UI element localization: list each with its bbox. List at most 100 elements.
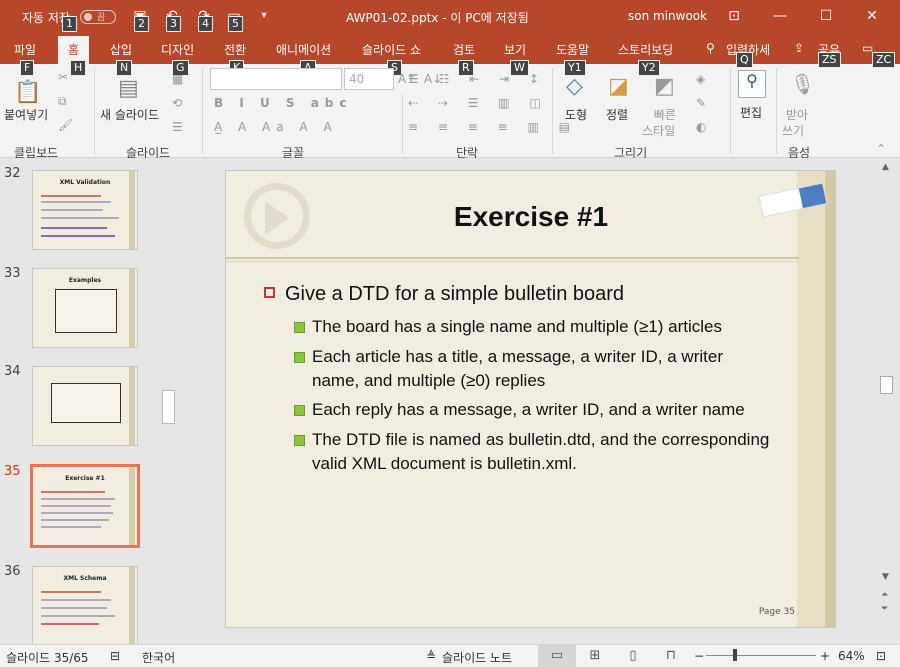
font-size-input[interactable]: 40 bbox=[344, 68, 394, 90]
qat-customize-icon[interactable]: ▾ bbox=[250, 3, 278, 29]
tab-animations[interactable]: 애니메이션 bbox=[276, 41, 331, 58]
font-effects-icons[interactable]: A̲ A Aa A A bbox=[214, 120, 338, 134]
ribbon-display-icon[interactable]: ⊡ bbox=[720, 3, 748, 29]
language-label[interactable]: 한국어 bbox=[142, 649, 175, 666]
list-icons[interactable]: ☰ ☷ ⇤ ⇥ ↕ bbox=[408, 72, 547, 86]
zoom-slider[interactable] bbox=[706, 655, 816, 656]
qat-badge: 3 bbox=[166, 16, 181, 32]
keytip: H bbox=[70, 60, 87, 76]
shapes-button[interactable]: 도형 bbox=[565, 106, 587, 123]
slide-thumbnail[interactable]: XML Schema bbox=[32, 566, 138, 646]
indent-icons[interactable]: ⇠ ⇢ ☰ ▥ ◫ bbox=[408, 96, 549, 110]
quick-styles-button-line1[interactable]: 빠른 bbox=[654, 106, 676, 123]
layout-icon[interactable]: ▦ bbox=[172, 72, 183, 86]
reading-view-icon[interactable]: ▯ bbox=[614, 645, 652, 667]
previous-slide-icon[interactable]: ⏶ bbox=[881, 590, 888, 600]
autosave-toggle[interactable]: 끔 bbox=[80, 10, 116, 24]
shape-fill-icon[interactable]: ◈ bbox=[696, 72, 705, 86]
keytip: Q bbox=[736, 52, 753, 68]
thumbnail-number: 35 bbox=[4, 464, 21, 479]
user-name[interactable]: son minwook bbox=[628, 9, 707, 23]
slide-title[interactable]: Exercise #1 bbox=[406, 201, 656, 233]
slide-thumbnail[interactable]: Examples bbox=[32, 268, 138, 348]
normal-view-icon[interactable]: ▭ bbox=[538, 645, 576, 667]
copy-icon[interactable]: ⧉ bbox=[58, 94, 67, 109]
slide-canvas[interactable]: Exercise #1 Give a DTD for a simple bull… bbox=[225, 170, 836, 628]
dictate-button-line1[interactable]: 받아 bbox=[786, 106, 808, 123]
tab-slideshow[interactable]: 슬라이드 쇼 bbox=[362, 41, 421, 58]
next-slide-icon[interactable]: ⏷ bbox=[881, 604, 888, 614]
font-name-input[interactable] bbox=[210, 68, 342, 90]
zoom-slider-handle[interactable] bbox=[733, 649, 737, 661]
tab-design[interactable]: 디자인 bbox=[161, 41, 194, 58]
new-slide-icon[interactable]: ▤ bbox=[118, 76, 139, 101]
maximize-icon[interactable]: ☐ bbox=[812, 3, 840, 29]
qat-badge: 4 bbox=[198, 16, 213, 32]
minimize-icon[interactable]: — bbox=[766, 3, 794, 29]
editing-button[interactable]: 편집 bbox=[740, 104, 762, 121]
tab-review[interactable]: 검토 bbox=[453, 41, 475, 58]
thumbnail-title: XML Validation bbox=[59, 179, 111, 186]
thumbnail-scrollbar[interactable] bbox=[160, 158, 178, 644]
arrow-circle-icon bbox=[244, 183, 310, 249]
thumbnail-title: Exercise #1 bbox=[65, 475, 105, 482]
sub-bullet[interactable]: The board has a single name and multiple… bbox=[294, 315, 774, 339]
shape-outline-icon[interactable]: ✎ bbox=[696, 96, 706, 110]
share-icon[interactable]: ⇪ bbox=[794, 41, 804, 55]
tab-view[interactable]: 보기 bbox=[504, 41, 526, 58]
slide-thumbnail[interactable] bbox=[32, 366, 138, 446]
tab-help[interactable]: 도움말 bbox=[556, 41, 589, 58]
tab-transitions[interactable]: 전환 bbox=[224, 41, 246, 58]
qat-badge: 5 bbox=[228, 16, 243, 32]
document-title: AWP01-02.pptx - 이 PC에 저장됨 bbox=[346, 11, 529, 25]
spellcheck-icon[interactable]: ⊟ bbox=[110, 649, 120, 663]
arrange-button[interactable]: 정렬 bbox=[606, 106, 628, 123]
arrange-icon[interactable]: ◪ bbox=[608, 74, 629, 99]
format-painter-icon[interactable]: 🖌 bbox=[58, 118, 73, 132]
sub-bullet[interactable]: The DTD file is named as bulletin.dtd, a… bbox=[294, 428, 774, 476]
cut-icon[interactable]: ✂ bbox=[58, 70, 68, 84]
slide-scrollbar[interactable]: ▲ ▼ ⏶ ⏷ bbox=[878, 158, 896, 644]
slide-sorter-icon[interactable]: ⊞ bbox=[576, 645, 614, 667]
notes-button[interactable]: 슬라이드 노트 bbox=[442, 649, 512, 666]
sub-bullet[interactable]: Each reply has a message, a writer ID, a… bbox=[294, 398, 774, 422]
dictate-button-line2[interactable]: 쓰기 bbox=[782, 122, 804, 139]
notes-icon[interactable]: ≜ bbox=[426, 649, 436, 663]
reset-icon[interactable]: ⟲ bbox=[172, 96, 182, 110]
keytip: F bbox=[20, 60, 35, 76]
section-icon[interactable]: ☰ bbox=[172, 120, 183, 134]
font-format-icons[interactable]: B I U S abc bbox=[214, 96, 353, 110]
quick-styles-button-line2[interactable]: 스타일 bbox=[642, 122, 675, 139]
find-icon[interactable]: ⚲ bbox=[738, 70, 766, 98]
qat-badge: 1 bbox=[62, 16, 77, 32]
shape-effects-icon[interactable]: ◐ bbox=[696, 120, 706, 134]
paste-button[interactable]: 붙여넣기 bbox=[4, 106, 48, 123]
scroll-up-icon[interactable]: ▲ bbox=[882, 162, 889, 172]
fit-to-window-icon[interactable]: ⊡ bbox=[876, 649, 886, 663]
zoom-level[interactable]: 64% bbox=[838, 649, 865, 663]
slide-thumbnail[interactable]: XML Validation bbox=[32, 170, 138, 250]
sub-bullet[interactable]: Each article has a title, a message, a w… bbox=[294, 345, 774, 393]
microphone-icon[interactable]: 🎙 bbox=[790, 72, 815, 96]
zoom-out-icon[interactable]: − bbox=[694, 649, 704, 663]
keytip: ZS bbox=[818, 52, 841, 68]
qat-badge: 2 bbox=[134, 16, 149, 32]
scroll-down-icon[interactable]: ▼ bbox=[882, 572, 889, 582]
page-number: Page 35 bbox=[758, 607, 795, 617]
tab-insert[interactable]: 삽입 bbox=[110, 41, 132, 58]
paste-icon[interactable]: 📋 bbox=[14, 80, 41, 105]
tab-file[interactable]: 파일 bbox=[14, 41, 36, 58]
zoom-in-icon[interactable]: + bbox=[820, 649, 830, 663]
ribbon-home: F H N G K A S R W Y1 Y2 Q ZS ZC 📋 붙여넣기 ✂… bbox=[0, 52, 900, 160]
new-slide-button[interactable]: 새 슬라이드 bbox=[100, 106, 159, 123]
slide-thumbnail-selected[interactable]: Exercise #1 bbox=[30, 464, 140, 548]
tab-storyboarding[interactable]: 스토리보딩 bbox=[618, 41, 673, 58]
main-bullet[interactable]: Give a DTD for a simple bulletin board bbox=[264, 283, 624, 306]
search-icon[interactable]: ⚲ bbox=[706, 41, 715, 55]
shapes-icon[interactable]: ◇ bbox=[566, 74, 583, 99]
quick-styles-icon[interactable]: ◩ bbox=[654, 74, 675, 99]
status-bar: 슬라이드 35/65 ⊟ 한국어 ≜ 슬라이드 노트 ▭ ⊞ ▯ ⊓ − + 6… bbox=[0, 644, 900, 667]
close-icon[interactable]: ✕ bbox=[858, 3, 886, 29]
slideshow-view-icon[interactable]: ⊓ bbox=[652, 645, 690, 667]
collapse-ribbon-icon[interactable]: ⌃ bbox=[876, 142, 886, 156]
